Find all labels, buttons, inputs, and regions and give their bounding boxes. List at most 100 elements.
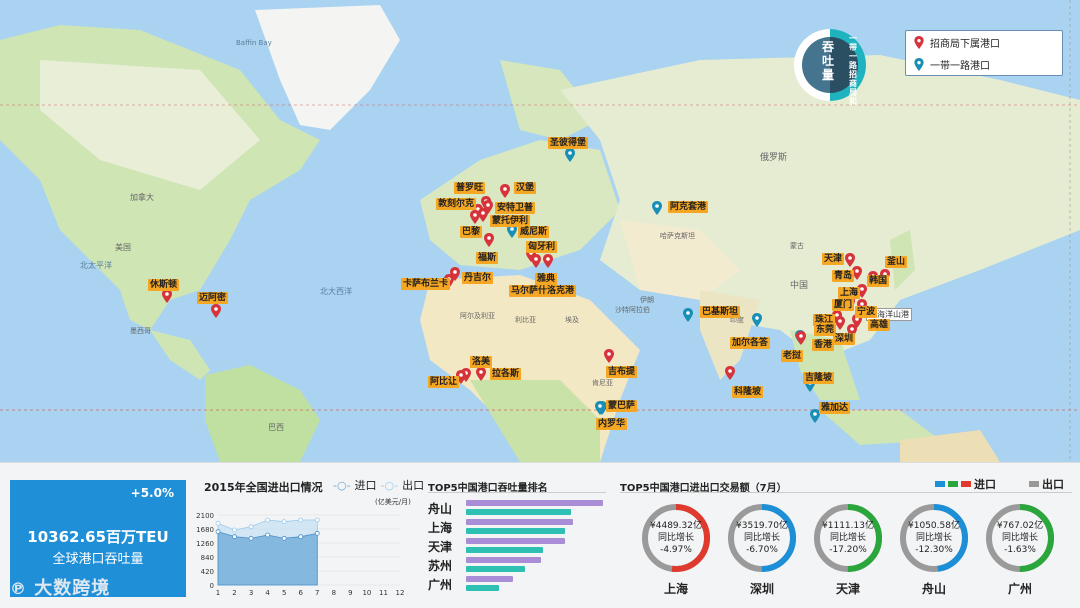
trade-chart[interactable]: 21001680126084042001 2 3 4 5 6 7 8 9 10 11 12 [192, 505, 406, 600]
donuts-legend-in: 进口 [974, 478, 996, 491]
port-label[interactable]: 厦门 [832, 299, 855, 311]
ranking-bar-primary[interactable] [466, 557, 542, 563]
port-label[interactable]: 汉堡 [514, 182, 537, 194]
donuts-legend-out: 出口 [1042, 478, 1064, 491]
ranking-bar-secondary[interactable] [466, 528, 565, 534]
kpi-value: 10362.65百万TEU [27, 528, 169, 546]
red-pin-icon [914, 35, 924, 49]
port-label[interactable]: 阿克套港 [668, 201, 709, 213]
trade-x-tick: 2 [232, 589, 236, 597]
port-label[interactable]: 巴基斯坦 [700, 306, 741, 318]
legend-label-belt: 一带一路港口 [930, 60, 990, 72]
port-label[interactable]: 雅典 [535, 273, 558, 285]
import-point[interactable] [215, 529, 221, 535]
legend-item-cm[interactable]: 招商局下属港口 [906, 31, 1062, 53]
port-label[interactable]: 圣彼得堡 [548, 137, 589, 149]
map-label-china: 中国 [790, 279, 808, 291]
port-label[interactable]: 宁波 [855, 306, 878, 318]
map-legend: 招商局下属港口 一带一路港口 [905, 30, 1063, 76]
port-label[interactable]: 迈阿密 [197, 292, 229, 304]
ranking-label: 广州 [428, 578, 453, 592]
port-label[interactable]: 威尼斯 [518, 226, 550, 238]
port-label[interactable]: 釜山 [885, 256, 908, 268]
port-label[interactable]: 深圳 [833, 333, 856, 345]
port-label[interactable]: 阿比让 [428, 376, 460, 388]
export-point[interactable] [314, 517, 320, 523]
port-label[interactable]: 卡萨布兰卡 [401, 278, 451, 290]
ranking-bar-secondary[interactable] [466, 566, 525, 572]
donut-growth-label: 同比增长 [657, 533, 694, 543]
donut-growth-value: -4.97% [660, 545, 692, 555]
port-label[interactable]: 加尔各答 [730, 337, 771, 349]
port-label[interactable]: 巴黎 [460, 226, 483, 238]
export-point[interactable] [265, 517, 271, 523]
port-label[interactable]: 匈牙利 [526, 241, 558, 253]
donut-growth-value: -17.20% [829, 545, 867, 555]
donut-text: ¥1050.58亿 同比增长 -12.30% [899, 520, 969, 556]
port-label[interactable]: 韩国 [867, 275, 890, 287]
export-point[interactable] [298, 517, 304, 523]
port-label[interactable]: 马尔萨什洛克港 [509, 285, 577, 297]
port-label[interactable]: 安特卫普 [495, 202, 536, 214]
map-label-kazak: 哈萨克斯坦 [660, 231, 695, 240]
port-label[interactable]: 丹吉尔 [462, 272, 494, 284]
logo: ℗ 大数跨境 [10, 574, 110, 600]
trade-y-tick: 1680 [196, 526, 214, 534]
ranking-bar-primary[interactable] [466, 576, 513, 582]
legend-swatch-red [961, 481, 971, 487]
trade-y-tick: 420 [201, 568, 214, 576]
export-point[interactable] [248, 524, 254, 530]
teal-pin-icon [914, 57, 924, 71]
import-point[interactable] [281, 535, 287, 541]
trade-y-tick: 2100 [196, 512, 214, 520]
port-label[interactable]: 洛美 [470, 356, 493, 368]
trade-legend-in-icon: -○- [333, 478, 351, 492]
export-point[interactable] [215, 520, 221, 526]
import-point[interactable] [232, 534, 237, 540]
port-label[interactable]: 福斯 [476, 252, 499, 264]
import-point[interactable] [314, 530, 320, 536]
trade-x-tick: 7 [315, 589, 319, 597]
donut-amount: ¥3519.70亿 [736, 521, 788, 531]
import-point[interactable] [265, 532, 271, 538]
map-label-libya: 利比亚 [515, 315, 536, 324]
map-label-mexico: 墨西哥 [130, 327, 151, 335]
port-label[interactable]: 敦刻尔克 [436, 198, 477, 210]
port-label[interactable]: 吉布提 [606, 366, 638, 378]
port-label[interactable]: 上海 [838, 287, 861, 299]
ranking-bar-secondary[interactable] [466, 547, 543, 553]
donut-growth-value: -6.70% [746, 545, 778, 555]
donut-growth-label: 同比增长 [915, 533, 952, 543]
export-point[interactable] [281, 519, 287, 525]
map-label-baffin: Baffin Bay [236, 39, 272, 47]
trade-chart-title: 2015年全国进出口情况 [204, 481, 323, 494]
port-label[interactable]: 休斯顿 [148, 279, 180, 291]
port-label[interactable]: 青岛 [832, 270, 855, 282]
ranking-bar-primary[interactable] [466, 538, 565, 544]
donut-text: ¥4489.32亿 同比增长 -4.97% [641, 520, 711, 556]
port-label[interactable]: 吉隆坡 [803, 372, 835, 384]
trade-y-tick: 1260 [196, 540, 214, 548]
port-label[interactable]: 科隆坡 [732, 386, 764, 398]
trade-y-tick: 0 [210, 582, 214, 590]
port-label[interactable]: 拉各斯 [490, 368, 522, 380]
ranking-bar-primary[interactable] [466, 519, 573, 525]
port-label[interactable]: 高雄 [868, 319, 891, 331]
import-point[interactable] [298, 534, 304, 540]
port-label[interactable]: 天津 [822, 253, 845, 265]
trade-x-tick: 12 [396, 589, 405, 597]
ranking-bar-secondary[interactable] [466, 585, 499, 591]
port-label[interactable]: 内罗华 [596, 418, 628, 430]
port-label[interactable]: 普罗旺 [454, 182, 486, 194]
donut-growth-value: -12.30% [915, 545, 953, 555]
import-point[interactable] [248, 535, 254, 541]
ranking-bar-secondary[interactable] [466, 509, 572, 515]
port-label[interactable]: 雅加达 [819, 402, 851, 414]
port-label[interactable]: 蒙巴萨 [606, 400, 638, 412]
port-label[interactable]: 香港 [812, 339, 835, 351]
export-point[interactable] [232, 527, 237, 533]
ranking-bar-primary[interactable] [466, 500, 603, 506]
legend-label-cm: 招商局下属港口 [930, 38, 1000, 50]
port-label[interactable]: 老挝 [781, 350, 804, 362]
legend-item-belt[interactable]: 一带一路港口 [906, 53, 1062, 75]
